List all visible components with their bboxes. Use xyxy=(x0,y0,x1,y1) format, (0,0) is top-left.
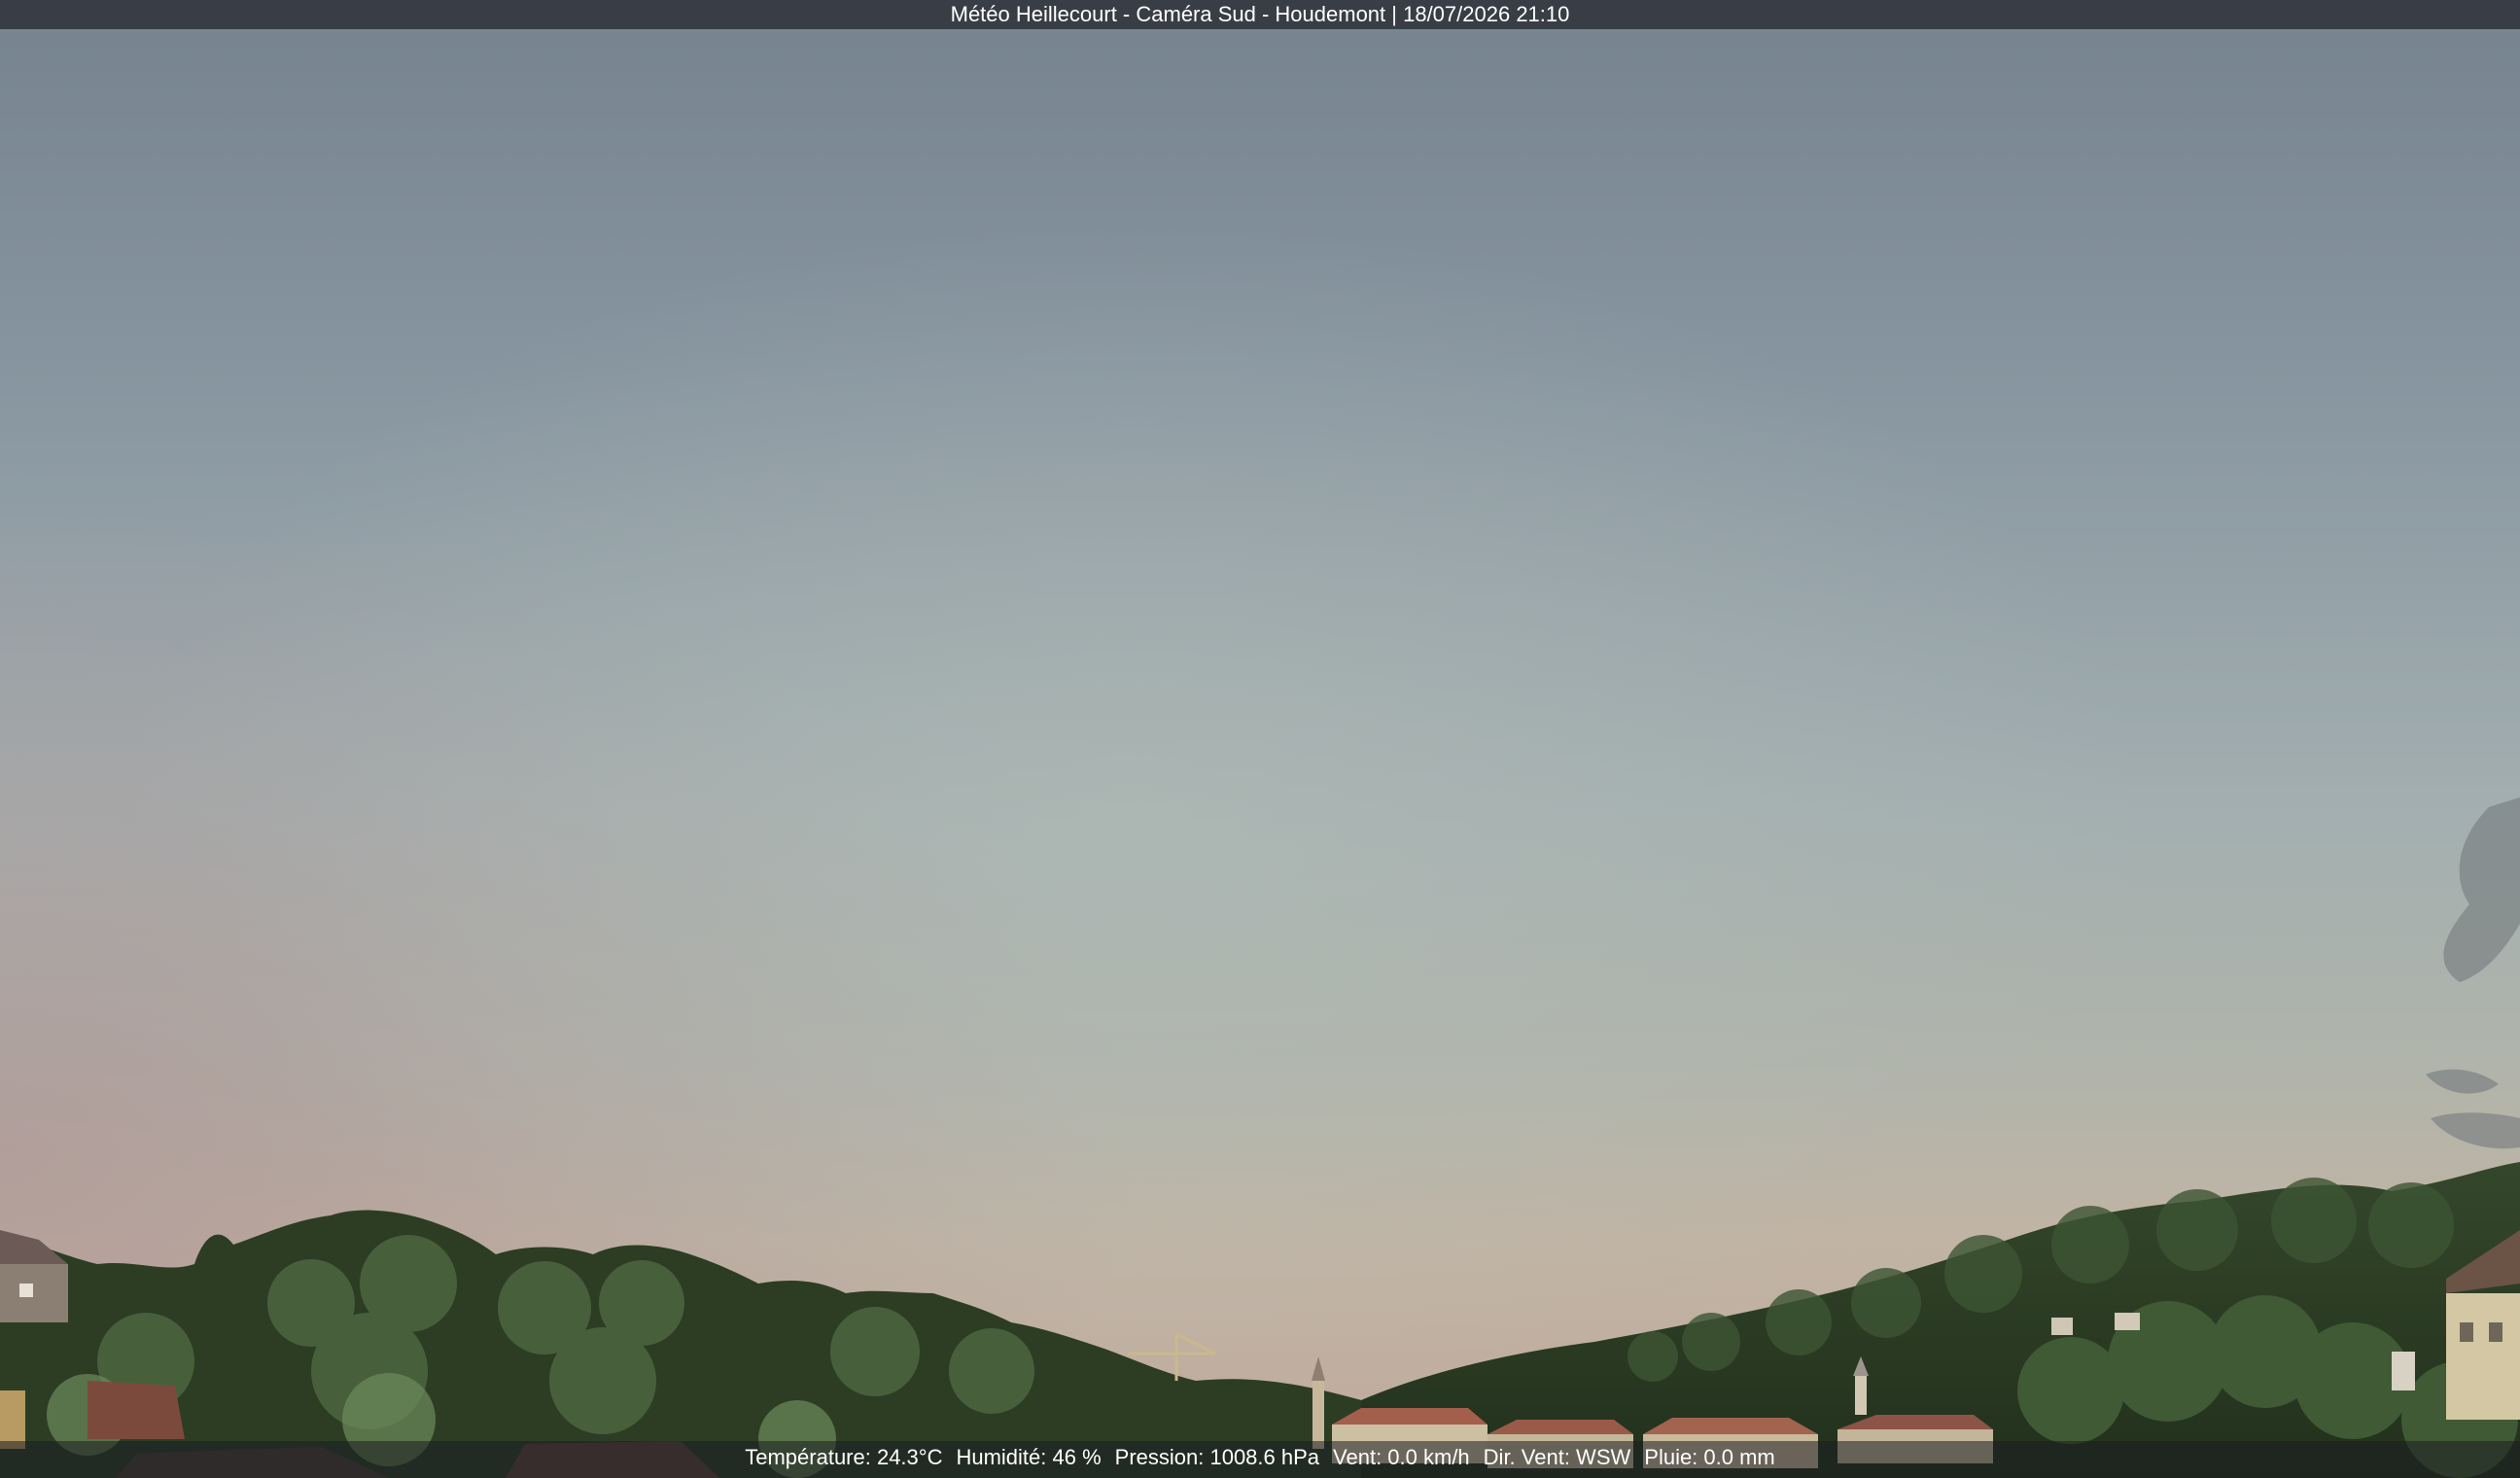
webcam-image xyxy=(0,0,2520,1478)
camera-title-bar: Météo Heillecourt - Caméra Sud - Houdemo… xyxy=(0,0,2520,29)
humidity-readout: Humidité: 46 % xyxy=(956,1445,1102,1469)
pressure-readout: Pression: 1008.6 hPa xyxy=(1114,1445,1320,1469)
webcam-view: Météo Heillecourt - Caméra Sud - Houdemo… xyxy=(0,0,2520,1478)
rain-readout: Pluie: 0.0 mm xyxy=(1644,1445,1775,1469)
wind-speed-readout: Vent: 0.0 km/h xyxy=(1333,1445,1470,1469)
weather-stats-bar: Température: 24.3°C Humidité: 46 % Pressio… xyxy=(0,1441,2520,1478)
temperature-readout: Température: 24.3°C xyxy=(745,1445,943,1469)
wind-direction-readout: Dir. Vent: WSW xyxy=(1483,1445,1631,1469)
